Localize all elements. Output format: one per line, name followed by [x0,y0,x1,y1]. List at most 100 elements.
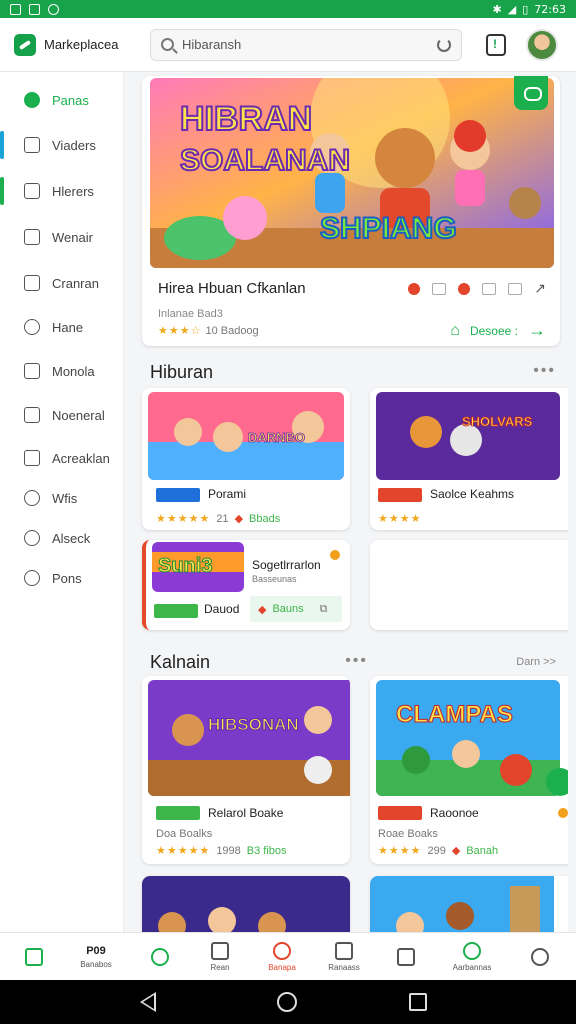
brand[interactable]: Markeplacea [14,33,144,56]
game-price: Bbads [249,512,281,525]
heart-icon[interactable] [408,282,421,295]
chat-fab-icon[interactable] [546,768,568,796]
system-nav-bar [0,980,576,1024]
card-icon[interactable] [482,282,497,295]
box-icon[interactable] [508,282,523,295]
game-meta: ★★★★ 299 ◆ Banah [378,844,498,858]
hero-rating-count: 10 Badoog [205,324,259,337]
card-icon [335,942,353,960]
empty-card-slot [370,540,568,630]
building-icon [211,942,229,960]
sidebar-item-label: Viaders [52,137,96,153]
list-icon [24,407,40,423]
sidebar-item-label: Hane [52,319,84,335]
game-card[interactable]: SHOLVARS Saolce Keahms ★★★★ [370,388,568,530]
game-title: Sogetlrrarlon [252,558,321,572]
game-meta: ★★★★★ 21 ◆ Bbads [156,512,281,526]
chat-fab-icon[interactable] [514,76,548,110]
share-icon[interactable]: ↗ [534,280,546,297]
nav-aarbannas[interactable]: Aarbannas [440,933,504,981]
notification-icon [48,3,59,15]
hero-icon-row: ↗ [408,280,546,297]
game-card[interactable] [142,876,350,932]
nav-tool[interactable] [374,933,438,981]
section-title-kalnain: Kalnain [150,652,211,672]
sidebar-item-wenair[interactable]: Wenair [0,219,124,255]
bottom-nav: P09 Banabos Rean Banapa Ranaass Aarbanna… [0,932,576,980]
refresh-icon[interactable] [437,37,451,52]
folder-icon [24,450,40,466]
game-price-box[interactable]: ◆ Bauns ⧉ [250,596,342,622]
game-illustration: CLAMPAS [376,680,560,796]
nav-rean[interactable]: Rean [188,933,252,981]
avatar[interactable] [526,28,558,61]
sidebar-item-acreaklan[interactable]: Acreaklan [0,440,124,476]
nav-label: Ranaass [328,963,360,972]
game-illustration: Suni3 [152,542,244,592]
sidebar-item-label: Noeneral [52,407,105,423]
sidebar-item-hlerers[interactable]: Hlerers [0,173,124,209]
external-link-icon: ⧉ [319,602,328,615]
game-card[interactable] [370,876,568,932]
user-icon [531,948,549,966]
sidebar-item-hane[interactable]: Hane [0,309,124,345]
game-title: Raoonoe [430,806,479,820]
more-options-icon[interactable]: ••• [345,652,368,670]
search-input[interactable] [182,37,429,52]
sidebar-item-viaders[interactable]: Viaders [0,127,124,163]
more-options-icon[interactable]: ••• [533,362,556,380]
notification-bell-icon[interactable] [486,33,506,56]
sidebar-item-cranran[interactable]: Cranran [0,265,124,301]
game-card[interactable]: DARNBO Porami ★★★★★ 21 ◆ Bbads [142,388,350,530]
hero-rating: ★★★☆ 10 Badoog [158,324,259,338]
sidebar-item-alseck[interactable]: Alseck [0,520,124,556]
game-price: B3 fibos [246,844,287,857]
category-badge [156,488,200,502]
home-circle-icon[interactable] [277,992,297,1012]
sidebar-item-label: Alseck [52,530,91,546]
nav-profile[interactable] [508,933,572,981]
game-card-image: Suni3 [152,542,244,592]
sidebar-item-monola[interactable]: Monola [0,353,124,389]
status-right: ✱ ◢ ▯ 72:63 [493,3,566,16]
nav-p09[interactable]: P09 Banabos [64,933,128,981]
home-outline-icon: ⌂ [450,321,460,339]
hero-image-title-1: HIBRAN [180,100,312,138]
game-card[interactable]: Suni3 Sogetlrrarlon Basseunas Dauod ◆ Ba… [142,540,350,630]
search-box[interactable] [150,28,462,61]
hero-banner-image[interactable]: HIBRAN SOALANAN SHPIANG [150,78,554,268]
game-illustration: DARNBO [148,392,344,480]
search-icon [161,38,174,51]
card-icon[interactable] [432,282,447,295]
hero-card[interactable]: HIBRAN SOALANAN SHPIANG Hirea Hbuan Cfka… [142,76,560,346]
game-meta: ★★★★ [378,512,421,525]
back-icon[interactable] [140,992,156,1012]
game-card-image: HIBSONAN [148,680,350,796]
sidebar-item-noeneral[interactable]: Noeneral [0,397,124,433]
nav-label: Banapa [268,963,296,972]
game-illustration: SHOLVARS [376,392,560,480]
chat-icon [24,92,40,108]
hero-image-subtitle: SHPIANG [320,212,457,245]
music-icon [24,530,40,546]
sidebar-item-label: Monola [52,363,95,379]
tag-icon[interactable] [458,282,471,295]
game-card-image: SHOLVARS [376,392,560,480]
category-badge [156,806,200,820]
sidebar-item-pons[interactable]: Pons [0,560,124,596]
game-card[interactable]: HIBSONAN Relarol Boake Doa Boalks ★★★★★ … [142,676,350,864]
nav-pencil[interactable] [128,933,192,981]
see-all-link[interactable]: Darn >> [516,656,556,668]
nav-banapa[interactable]: Banapa [250,933,314,981]
sidebar-item-label: Wenair [52,229,93,245]
sidebar-item-panas[interactable]: Panas [0,82,124,118]
nav-ranaass[interactable]: Ranaass [312,933,376,981]
game-card[interactable]: CLAMPAS Raoonoe Roae Boaks ★★★★ 299 ◆ Ba… [370,676,568,864]
game-subtitle: Basseunas [252,574,297,584]
sidebar-item-wfis[interactable]: Wfis [0,480,124,516]
price-tag-icon: ◆ [451,845,461,857]
nav-home[interactable] [2,933,66,981]
notification-icon [29,3,40,15]
hero-action[interactable]: ⌂ Desoee : → [450,320,546,341]
recent-apps-icon[interactable] [409,993,427,1011]
